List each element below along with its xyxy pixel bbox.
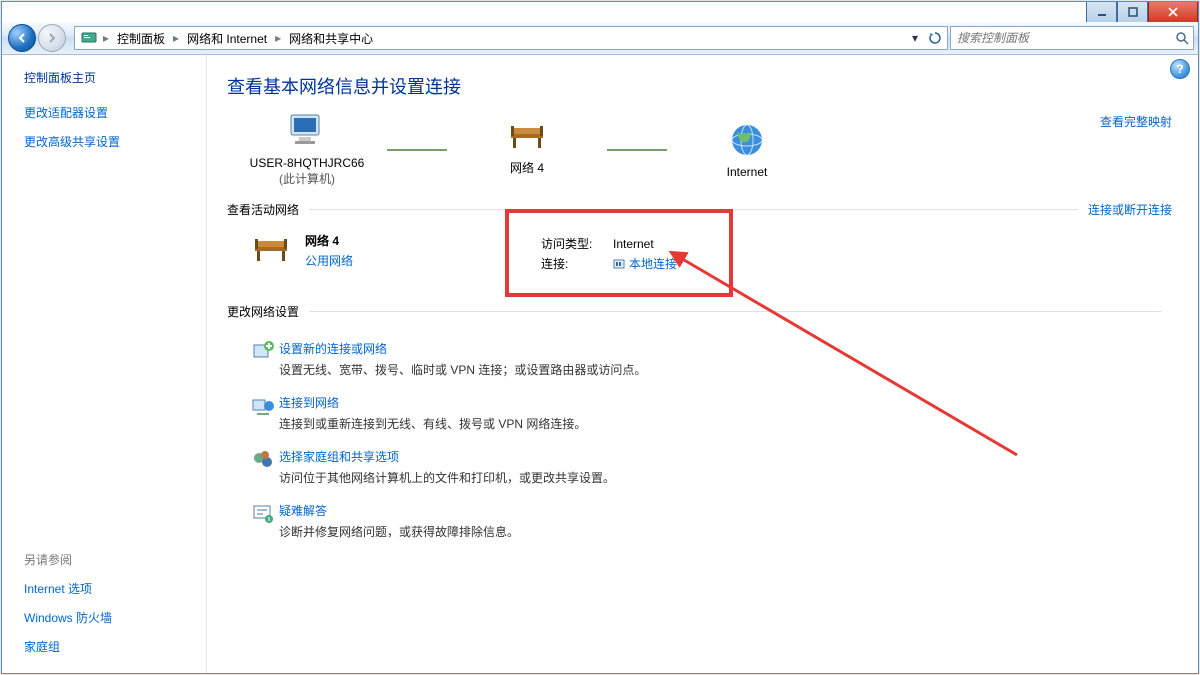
- chevron-right-icon: ▸: [273, 31, 283, 45]
- content-pane: ? 查看基本网络信息并设置连接 USER-8HQTHJRC66 (此计算机): [207, 55, 1198, 673]
- sidebar-change-adapter[interactable]: 更改适配器设置: [24, 104, 194, 121]
- task-desc: 诊断并修复网络问题，或获得故障排除信息。: [279, 523, 519, 540]
- map-internet-label: Internet: [667, 165, 827, 179]
- wizard-icon: [251, 340, 279, 378]
- map-pc-sub: (此计算机): [227, 170, 387, 187]
- sidebar-internet-options[interactable]: Internet 选项: [24, 580, 194, 597]
- map-pc-name: USER-8HQTHJRC66: [227, 156, 387, 170]
- map-connector: [387, 147, 447, 153]
- task-connect-network[interactable]: 连接到网络连接到或重新连接到无线、有线、拨号或 VPN 网络连接。: [251, 394, 1172, 432]
- link-connect-disconnect[interactable]: 连接或断开连接: [1088, 201, 1172, 218]
- nic-icon: [613, 258, 625, 270]
- network-center-icon: [81, 30, 97, 46]
- address-dropdown[interactable]: ▾: [905, 28, 925, 48]
- task-title: 选择家庭组和共享选项: [279, 448, 615, 465]
- bench-icon: [507, 124, 547, 152]
- minimize-button[interactable]: [1086, 2, 1117, 23]
- label-connection: 连接:: [541, 255, 613, 272]
- connect-icon: [251, 394, 279, 432]
- active-network-name: 网络 4: [305, 232, 353, 249]
- breadcrumb-network-internet[interactable]: 网络和 Internet: [181, 28, 273, 48]
- maximize-button[interactable]: [1117, 2, 1148, 23]
- task-new-connection[interactable]: 设置新的连接或网络设置无线、宽带、拨号、临时或 VPN 连接；或设置路由器或访问…: [251, 340, 1172, 378]
- task-title: 设置新的连接或网络: [279, 340, 646, 357]
- sidebar-windows-firewall[interactable]: Windows 防火墙: [24, 609, 194, 626]
- map-connector: [607, 147, 667, 153]
- address-bar[interactable]: ▸ 控制面板 ▸ 网络和 Internet ▸ 网络和共享中心 ▾: [74, 26, 948, 50]
- link-full-map[interactable]: 查看完整映射: [1100, 115, 1172, 129]
- task-desc: 连接到或重新连接到无线、有线、拨号或 VPN 网络连接。: [279, 415, 586, 432]
- search-input[interactable]: [951, 31, 1171, 45]
- task-desc: 设置无线、宽带、拨号、临时或 VPN 连接；或设置路由器或访问点。: [279, 361, 646, 378]
- chevron-right-icon: ▸: [101, 31, 111, 45]
- forward-button[interactable]: [38, 24, 66, 52]
- map-node-network: 网络 4: [447, 124, 607, 176]
- task-troubleshoot[interactable]: 疑难解答诊断并修复网络问题，或获得故障排除信息。: [251, 502, 1172, 540]
- bench-icon: [251, 237, 291, 265]
- map-node-internet: Internet: [667, 122, 827, 179]
- task-title: 疑难解答: [279, 502, 519, 519]
- map-node-this-pc: USER-8HQTHJRC66 (此计算机): [227, 113, 387, 187]
- refresh-button[interactable]: [925, 28, 945, 48]
- sidebar-advanced-sharing[interactable]: 更改高级共享设置: [24, 133, 194, 150]
- sidebar-see-also-header: 另请参阅: [24, 551, 194, 568]
- active-network-type[interactable]: 公用网络: [305, 252, 353, 269]
- task-homegroup[interactable]: 选择家庭组和共享选项访问位于其他网络计算机上的文件和打印机，或更改共享设置。: [251, 448, 1172, 486]
- section-active-header: 查看活动网络: [227, 201, 299, 218]
- label-access-type: 访问类型:: [541, 235, 613, 252]
- window-controls: [1086, 2, 1198, 22]
- search-box[interactable]: [950, 26, 1194, 50]
- section-settings-header: 更改网络设置: [227, 303, 299, 320]
- link-local-connection[interactable]: 本地连接: [629, 255, 677, 272]
- task-title: 连接到网络: [279, 394, 586, 411]
- sidebar: 控制面板主页 更改适配器设置 更改高级共享设置 另请参阅 Internet 选项…: [2, 55, 207, 673]
- help-icon[interactable]: ?: [1170, 59, 1190, 79]
- breadcrumb-sharing-center[interactable]: 网络和共享中心: [283, 28, 379, 48]
- task-desc: 访问位于其他网络计算机上的文件和打印机，或更改共享设置。: [279, 469, 615, 486]
- search-icon[interactable]: [1171, 27, 1193, 49]
- value-access-type: Internet: [613, 235, 654, 252]
- chevron-right-icon: ▸: [171, 31, 181, 45]
- globe-icon: [729, 122, 765, 158]
- close-button[interactable]: [1148, 2, 1198, 23]
- network-map: USER-8HQTHJRC66 (此计算机) 网络 4: [227, 113, 1172, 187]
- back-button[interactable]: [8, 24, 36, 52]
- computer-icon: [287, 113, 327, 149]
- breadcrumb-control-panel[interactable]: 控制面板: [111, 28, 171, 48]
- page-title: 查看基本网络信息并设置连接: [227, 73, 1172, 99]
- window: ▸ 控制面板 ▸ 网络和 Internet ▸ 网络和共享中心 ▾ 控制面板主页…: [1, 1, 1199, 674]
- troubleshoot-icon: [251, 502, 279, 540]
- active-network: 网络 4 公用网络 访问类型: Internet 连接:: [251, 232, 1172, 275]
- navbar: ▸ 控制面板 ▸ 网络和 Internet ▸ 网络和共享中心 ▾: [2, 22, 1198, 55]
- map-net-name: 网络 4: [447, 159, 607, 176]
- sidebar-homegroup[interactable]: 家庭组: [24, 638, 194, 655]
- homegroup-icon: [251, 448, 279, 486]
- sidebar-home[interactable]: 控制面板主页: [24, 69, 194, 86]
